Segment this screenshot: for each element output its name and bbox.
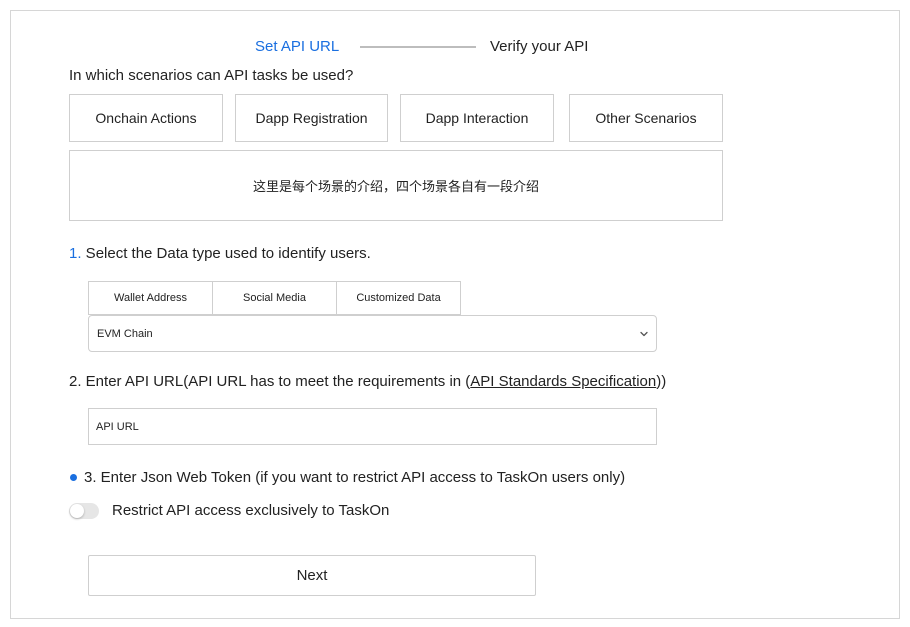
data-type-title: 1. Select the Data type used to identify… [69, 245, 371, 262]
jwt-bullet [70, 474, 77, 481]
data-type-wallet-address[interactable]: Wallet Address [88, 281, 213, 315]
restrict-access-label: Restrict API access exclusively to TaskO… [112, 502, 390, 519]
chain-select[interactable]: EVM Chain [88, 315, 657, 352]
api-url-title-prefix: 2. Enter API URL(API URL has to meet the… [69, 373, 471, 390]
scenario-onchain-actions[interactable]: Onchain Actions [69, 94, 223, 142]
data-type-number: 1. [69, 245, 82, 262]
api-standards-link[interactable]: API Standards Specification [470, 373, 656, 390]
data-type-social-media[interactable]: Social Media [212, 281, 337, 315]
jwt-title: 3. Enter Json Web Token (if you want to … [84, 469, 626, 486]
api-url-input[interactable]: API URL [88, 408, 657, 445]
scenario-dapp-registration[interactable]: Dapp Registration [235, 94, 388, 142]
api-url-title-suffix: )) [656, 373, 667, 390]
scenario-dapp-interaction[interactable]: Dapp Interaction [400, 94, 554, 142]
restrict-access-toggle[interactable] [69, 503, 99, 519]
next-button[interactable]: Next [88, 555, 536, 596]
chain-select-value: EVM Chain [97, 327, 153, 340]
data-type-customized-data[interactable]: Customized Data [336, 281, 461, 315]
data-type-title-text: Select the Data type used to identify us… [81, 245, 371, 262]
toggle-knob [70, 504, 84, 518]
api-url-title: 2. Enter API URL(API URL has to meet the… [69, 373, 666, 390]
scenario-other-scenarios[interactable]: Other Scenarios [569, 94, 723, 142]
step-connector [360, 46, 476, 48]
step-verify-api[interactable]: Verify your API [490, 38, 588, 55]
api-url-placeholder: API URL [96, 420, 139, 433]
scenario-intro: 这里是每个场景的介绍，四个场景各自有一段介绍 [69, 150, 723, 221]
chevron-down-icon [640, 331, 648, 337]
step-set-api-url[interactable]: Set API URL [255, 38, 339, 55]
scenarios-question: In which scenarios can API tasks be used… [69, 67, 354, 84]
